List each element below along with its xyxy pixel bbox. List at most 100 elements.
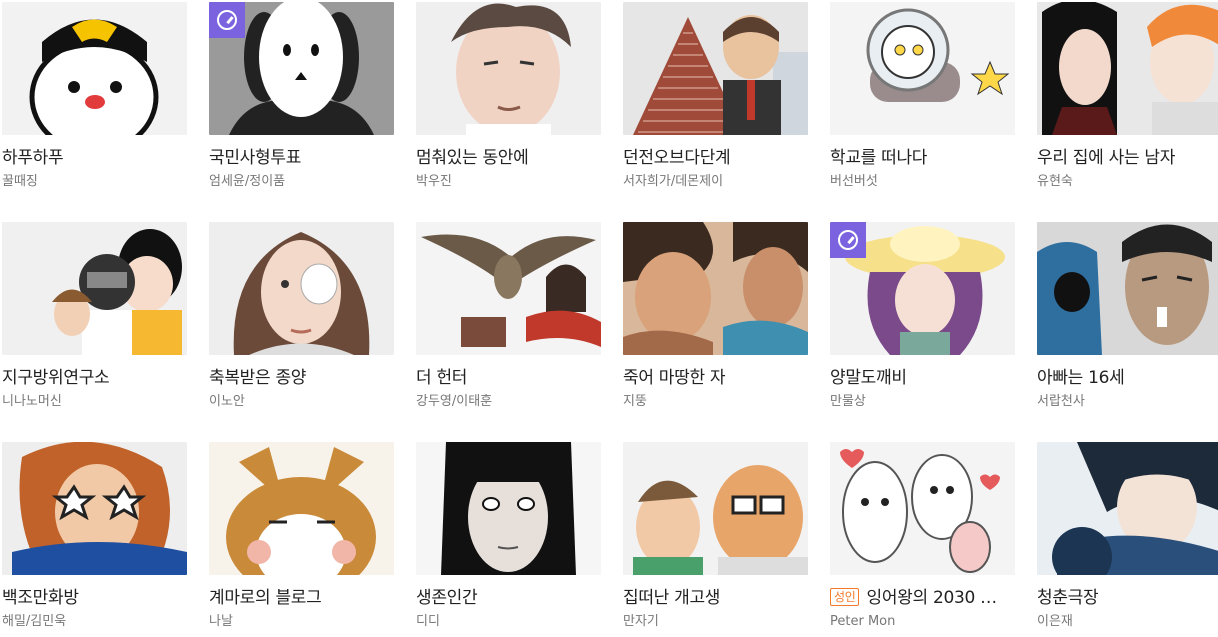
webtoon-thumbnail[interactable] (209, 442, 394, 575)
thumbnail-illustration (2, 222, 187, 355)
webtoon-author[interactable]: 이노안 (209, 394, 394, 410)
thumbnail-illustration (623, 2, 808, 135)
webtoon-card[interactable]: 죽어 마땅한 자지뚱 (623, 220, 808, 440)
webtoon-author[interactable]: 유현숙 (1037, 174, 1218, 190)
webtoon-title-text: 청춘극장 (1037, 588, 1099, 608)
webtoon-card[interactable]: 아빠는 16세서랍천사 (1037, 220, 1218, 440)
webtoon-card[interactable]: 생존인간디디 (416, 440, 601, 637)
webtoon-card[interactable]: 국민사형투표엄세윤/정이품 (209, 0, 394, 220)
webtoon-author[interactable]: 지뚱 (623, 394, 808, 410)
webtoon-author[interactable]: 만물상 (830, 394, 1015, 410)
webtoon-title[interactable]: 더 헌터 (416, 367, 601, 389)
thumbnail-illustration (209, 222, 394, 355)
thumbnail-illustration (416, 2, 601, 135)
webtoon-thumbnail[interactable] (1037, 2, 1218, 135)
webtoon-thumbnail[interactable] (416, 442, 601, 575)
webtoon-thumbnail[interactable] (416, 2, 601, 135)
webtoon-card[interactable]: 축복받은 종양이노안 (209, 220, 394, 440)
thumbnail-illustration (1037, 442, 1218, 575)
webtoon-thumbnail[interactable] (209, 2, 394, 135)
webtoon-title-text: 생존인간 (416, 588, 478, 608)
webtoon-thumbnail[interactable] (2, 222, 187, 355)
webtoon-title-text: 죽어 마땅한 자 (623, 368, 726, 388)
webtoon-title[interactable]: 청춘극장 (1037, 587, 1218, 609)
webtoon-title-text: 아빠는 16세 (1037, 368, 1125, 388)
webtoon-title[interactable]: 생존인간 (416, 587, 601, 609)
webtoon-author[interactable]: 강두영/이태훈 (416, 394, 601, 410)
webtoon-card[interactable]: 계마로의 블로그나날 (209, 440, 394, 637)
webtoon-author[interactable]: 서랍천사 (1037, 394, 1218, 410)
webtoon-title-text: 하푸하푸 (2, 148, 64, 168)
webtoon-card[interactable]: 던전오브다단계서자희가/데몬제이 (623, 0, 808, 220)
webtoon-grid: 하푸하푸꿀때징 국민사형투표엄세윤/정이품 멈춰있는 동안에박우진 던전오브다단… (0, 0, 1218, 637)
webtoon-author[interactable]: 꿀때징 (2, 174, 187, 190)
webtoon-title[interactable]: 우리 집에 사는 남자 (1037, 147, 1218, 169)
webtoon-author[interactable]: 박우진 (416, 174, 601, 190)
webtoon-card[interactable]: 집떠난 개고생만자기 (623, 440, 808, 637)
webtoon-thumbnail[interactable] (209, 222, 394, 355)
webtoon-author[interactable]: 이은재 (1037, 614, 1218, 630)
webtoon-title[interactable]: 계마로의 블로그 (209, 587, 394, 609)
webtoon-title-text: 계마로의 블로그 (209, 588, 322, 608)
webtoon-title[interactable]: 국민사형투표 (209, 147, 394, 169)
webtoon-card[interactable]: 청춘극장이은재 (1037, 440, 1218, 637)
clock-badge-icon (209, 2, 245, 38)
webtoon-card[interactable]: 더 헌터강두영/이태훈 (416, 220, 601, 440)
webtoon-thumbnail[interactable] (623, 442, 808, 575)
thumbnail-illustration (2, 2, 187, 135)
webtoon-author[interactable]: 니나노머신 (2, 394, 187, 410)
webtoon-card[interactable]: 하푸하푸꿀때징 (2, 0, 187, 220)
webtoon-title[interactable]: 하푸하푸 (2, 147, 187, 169)
clock-badge-icon (830, 222, 866, 258)
webtoon-author[interactable]: 디디 (416, 614, 601, 630)
webtoon-author[interactable]: Peter Mon (830, 614, 1015, 630)
thumbnail-illustration (623, 222, 808, 355)
webtoon-thumbnail[interactable] (2, 2, 187, 135)
webtoon-title[interactable]: 죽어 마땅한 자 (623, 367, 808, 389)
webtoon-title[interactable]: 멈춰있는 동안에 (416, 147, 601, 169)
webtoon-title[interactable]: 지구방위연구소 (2, 367, 187, 389)
webtoon-card[interactable]: 멈춰있는 동안에박우진 (416, 0, 601, 220)
webtoon-thumbnail[interactable] (830, 2, 1015, 135)
webtoon-thumbnail[interactable] (623, 222, 808, 355)
webtoon-author[interactable]: 버선버섯 (830, 174, 1015, 190)
webtoon-card[interactable]: 우리 집에 사는 남자유현숙 (1037, 0, 1218, 220)
webtoon-title[interactable]: 성인 잉어왕의 2030 … (830, 587, 1015, 609)
webtoon-title-text: 양말도깨비 (830, 368, 907, 388)
webtoon-title-text: 지구방위연구소 (2, 368, 110, 388)
webtoon-card[interactable]: 성인 잉어왕의 2030 … Peter Mon (830, 440, 1015, 637)
webtoon-title-text: 멈춰있는 동안에 (416, 148, 529, 168)
webtoon-title[interactable]: 집떠난 개고생 (623, 587, 808, 609)
webtoon-title[interactable]: 양말도깨비 (830, 367, 1015, 389)
webtoon-title[interactable]: 아빠는 16세 (1037, 367, 1218, 389)
webtoon-title-text: 학교를 떠나다 (830, 148, 928, 168)
webtoon-title-text: 축복받은 종양 (209, 368, 307, 388)
webtoon-thumbnail[interactable] (1037, 222, 1218, 355)
webtoon-author[interactable]: 엄세윤/정이품 (209, 174, 394, 190)
thumbnail-illustration (830, 2, 1015, 135)
webtoon-author[interactable]: 서자희가/데몬제이 (623, 174, 808, 190)
thumbnail-illustration (416, 222, 601, 355)
webtoon-thumbnail[interactable] (830, 222, 1015, 355)
webtoon-thumbnail[interactable] (830, 442, 1015, 575)
webtoon-card[interactable]: 양말도깨비만물상 (830, 220, 1015, 440)
webtoon-title[interactable]: 백조만화방 (2, 587, 187, 609)
webtoon-card[interactable]: 백조만화방해밀/김민욱 (2, 440, 187, 637)
thumbnail-illustration (830, 442, 1015, 575)
webtoon-thumbnail[interactable] (623, 2, 808, 135)
webtoon-card[interactable]: 학교를 떠나다버선버섯 (830, 0, 1015, 220)
thumbnail-illustration (1037, 2, 1218, 135)
webtoon-title[interactable]: 축복받은 종양 (209, 367, 394, 389)
webtoon-author[interactable]: 만자기 (623, 614, 808, 630)
webtoon-title-text: 잉어왕의 2030 … (866, 588, 997, 608)
thumbnail-illustration (1037, 222, 1218, 355)
webtoon-card[interactable]: 지구방위연구소니나노머신 (2, 220, 187, 440)
webtoon-thumbnail[interactable] (2, 442, 187, 575)
webtoon-thumbnail[interactable] (1037, 442, 1218, 575)
webtoon-title[interactable]: 학교를 떠나다 (830, 147, 1015, 169)
webtoon-author[interactable]: 해밀/김민욱 (2, 614, 187, 630)
webtoon-title-text: 던전오브다단계 (623, 148, 731, 168)
webtoon-author[interactable]: 나날 (209, 614, 394, 630)
webtoon-thumbnail[interactable] (416, 222, 601, 355)
webtoon-title[interactable]: 던전오브다단계 (623, 147, 808, 169)
